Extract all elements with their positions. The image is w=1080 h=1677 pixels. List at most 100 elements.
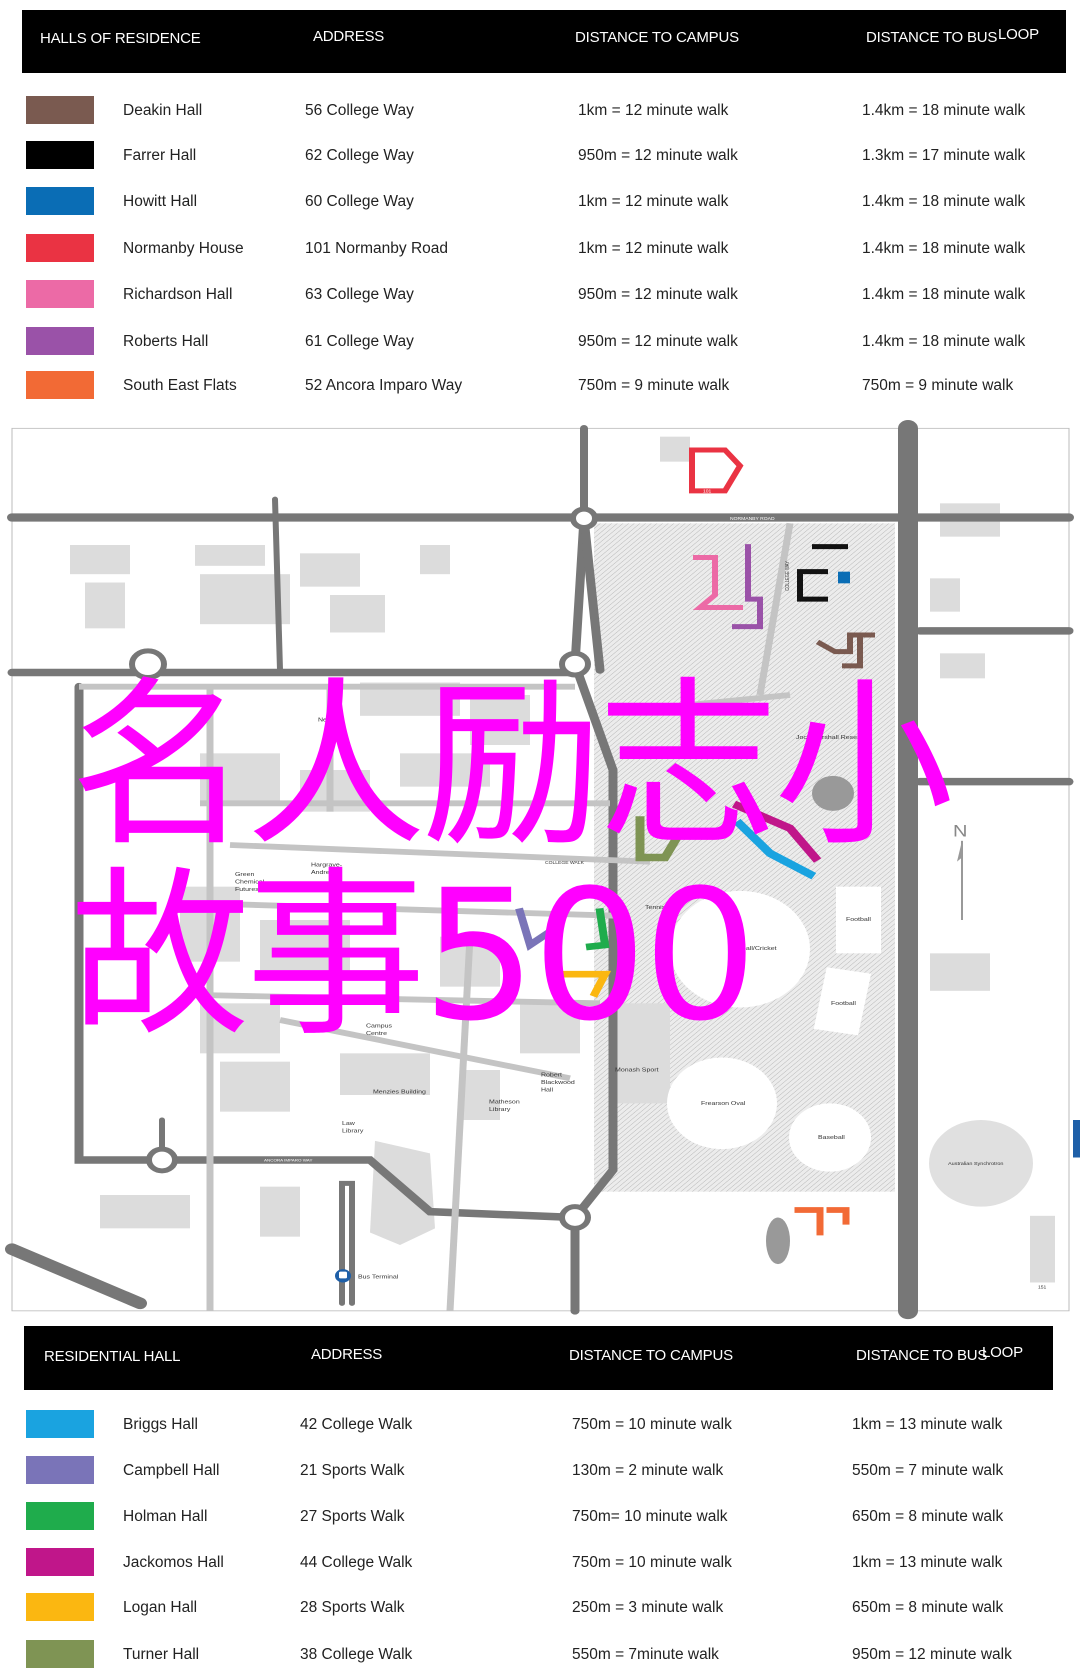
color-swatch <box>26 141 94 169</box>
label-rbh-2: Blackwood <box>541 1080 575 1086</box>
label-monash-sport: Monash Sport <box>615 1067 659 1073</box>
color-swatch <box>26 327 94 355</box>
hall-address: 38 College Walk <box>300 1646 413 1663</box>
distance-bus: 950m = 12 minute walk <box>852 1646 1012 1663</box>
table-row: Roberts Hall 61 College Way 950m = 12 minu… <box>0 327 1080 357</box>
distance-bus: 1.3km = 17 minute walk <box>862 147 1026 164</box>
distance-bus: 650m = 8 minute walk <box>852 1599 1004 1616</box>
color-swatch <box>26 187 94 215</box>
hall-address: 44 College Walk <box>300 1554 413 1571</box>
label-bus-terminal: Bus Terminal <box>358 1274 398 1280</box>
color-swatch <box>26 371 94 399</box>
distance-bus: 1.4km = 18 minute walk <box>862 102 1026 119</box>
label-law-1: Law <box>342 1120 355 1126</box>
howitt-hall-marker <box>838 571 850 584</box>
hall-name: Howitt Hall <box>123 193 198 210</box>
label-normanby-road: NORMANBY ROAD <box>730 516 775 521</box>
table-row: Richardson Hall 63 College Way 950m = 12 m… <box>0 280 1080 310</box>
color-swatch <box>26 1456 94 1484</box>
label-law-2: Library <box>342 1128 364 1134</box>
distance-bus: 1km = 13 minute walk <box>852 1416 1003 1433</box>
table-row: Briggs Hall 42 College Walk 750m = 10 minu… <box>0 1410 1080 1440</box>
header-bus: DISTANCE TO BUS <box>856 1347 988 1364</box>
hall-name: Briggs Hall <box>123 1416 198 1433</box>
hall-address: 63 College Way <box>305 286 414 303</box>
label-matheson-2: Library <box>489 1106 511 1112</box>
distance-campus: 550m = 7minute walk <box>572 1646 719 1663</box>
edge-marker <box>1073 1120 1080 1158</box>
hall-address: 101 Normanby Road <box>305 240 449 257</box>
distance-campus: 750m = 10 minute walk <box>572 1416 732 1433</box>
hall-name: Roberts Hall <box>123 333 209 350</box>
hall-address: 52 Ancora Imparo Way <box>305 377 463 394</box>
distance-campus: 750m = 9 minute walk <box>578 377 730 394</box>
distance-bus: 1.4km = 18 minute walk <box>862 333 1026 350</box>
distance-campus: 950m = 12 minute walk <box>578 333 738 350</box>
label-rbh-1: Robert <box>541 1072 562 1078</box>
hall-address: 56 College Way <box>305 102 414 119</box>
header-residential-hall: RESIDENTIAL HALL <box>44 1348 181 1365</box>
label-rbh-3: Hall <box>541 1087 553 1093</box>
label-baseball: Baseball <box>818 1135 845 1141</box>
label-football-2: Football <box>831 1000 856 1006</box>
label-frearson-oval: Frearson Oval <box>701 1100 745 1106</box>
hall-address: 61 College Way <box>305 333 414 350</box>
hall-name: Campbell Hall <box>123 1462 220 1479</box>
distance-campus: 130m = 2 minute walk <box>572 1462 724 1479</box>
header-campus: DISTANCE TO CAMPUS <box>569 1347 733 1364</box>
header-campus: DISTANCE TO CAMPUS <box>575 29 739 46</box>
watermark-line-2: 故事500 <box>70 852 758 1061</box>
label-football-1: Football <box>846 916 871 922</box>
hall-address: 28 Sports Walk <box>300 1599 405 1616</box>
distance-campus: 750m= 10 minute walk <box>572 1508 728 1525</box>
table-row: Howitt Hall 60 College Way 1km = 12 minute… <box>0 187 1080 217</box>
distance-bus: 1km = 13 minute walk <box>852 1554 1003 1571</box>
hall-address: 42 College Walk <box>300 1416 413 1433</box>
table-row: Logan Hall 28 Sports Walk 250m = 3 minute … <box>0 1593 1080 1623</box>
label-ancora-imparo-way: ANCORA IMPARO WAY <box>264 1158 313 1163</box>
label-menzies: Menzies Building <box>373 1089 426 1095</box>
color-swatch <box>26 280 94 308</box>
hall-name: Holman Hall <box>123 1508 208 1525</box>
svg-text:N: N <box>953 821 967 840</box>
header-bus: DISTANCE TO BUS <box>866 29 998 46</box>
hall-name: Normanby House <box>123 240 244 257</box>
label-151: 151 <box>1038 1285 1047 1290</box>
hall-name: South East Flats <box>123 377 237 394</box>
hall-name: Turner Hall <box>123 1646 200 1663</box>
hall-name: Jackomos Hall <box>123 1554 224 1571</box>
color-swatch <box>26 1548 94 1576</box>
distance-campus: 950m = 12 minute walk <box>578 147 738 164</box>
table-row: Holman Hall 27 Sports Walk 750m= 10 minute… <box>0 1502 1080 1532</box>
distance-bus: 1.4km = 18 minute walk <box>862 286 1026 303</box>
table-row: Turner Hall 38 College Walk 550m = 7minute… <box>0 1640 1080 1670</box>
header-halls: HALLS OF RESIDENCE <box>40 30 201 47</box>
hall-name: Deakin Hall <box>123 102 203 119</box>
table-row: Deakin Hall 56 College Way 1km = 12 minute… <box>0 96 1080 126</box>
distance-bus: 550m = 7 minute walk <box>852 1462 1004 1479</box>
distance-campus: 1km = 12 minute walk <box>578 102 729 119</box>
header-loop: LOOP <box>982 1344 1023 1361</box>
hall-address: 21 Sports Walk <box>300 1462 405 1479</box>
hall-name: Farrer Hall <box>123 147 197 164</box>
label-synchrotron: Australian Synchrotron <box>948 1161 1004 1166</box>
header-address: ADDRESS <box>311 1346 383 1363</box>
distance-bus: 1.4km = 18 minute walk <box>862 240 1026 257</box>
label-matheson-1: Matheson <box>489 1099 520 1105</box>
label-101: 101 <box>703 489 712 494</box>
color-swatch <box>26 1502 94 1530</box>
distance-bus: 750m = 9 minute walk <box>862 377 1014 394</box>
hall-name: Richardson Hall <box>123 286 233 303</box>
color-swatch <box>26 1593 94 1621</box>
distance-campus: 950m = 12 minute walk <box>578 286 738 303</box>
watermark-line-1: 名人励志小 <box>70 662 954 871</box>
distance-campus: 1km = 12 minute walk <box>578 193 729 210</box>
distance-bus: 1.4km = 18 minute walk <box>862 193 1026 210</box>
table1-header: HALLS OF RESIDENCE ADDRESS DISTANCE TO C… <box>22 10 1066 73</box>
color-swatch <box>26 234 94 262</box>
header-loop: LOOP <box>998 26 1039 43</box>
table-row: Farrer Hall 62 College Way 950m = 12 minut… <box>0 141 1080 171</box>
table-row: Jackomos Hall 44 College Walk 750m = 10 mi… <box>0 1548 1080 1578</box>
grey-ellipse <box>766 1217 790 1265</box>
color-swatch <box>26 1640 94 1668</box>
